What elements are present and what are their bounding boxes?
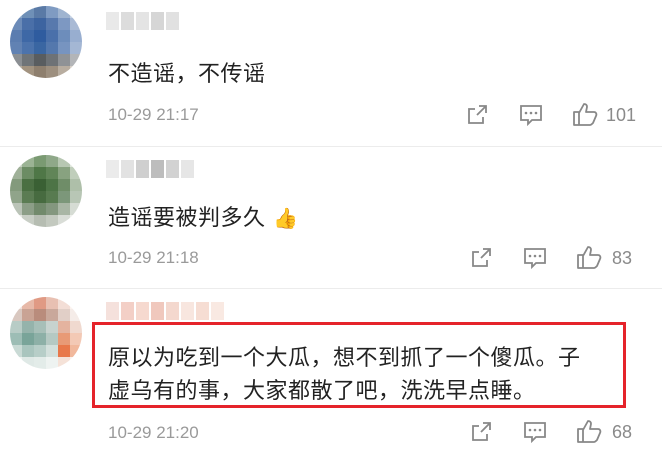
thumbs-up-emoji: 👍 [273,206,299,230]
comment-timestamp: 10-29 21:17 [108,105,199,124]
reply-icon[interactable] [522,246,548,270]
divider [0,146,662,147]
share-icon[interactable] [469,420,493,444]
share-icon[interactable] [465,103,489,127]
reply-icon[interactable] [522,420,548,444]
like-count: 68 [612,422,633,442]
username-blurred[interactable] [106,302,224,322]
comment-text: 不造谣，不传谣 [108,62,266,87]
comment-text-body: 造谣要被判多久 [108,206,266,231]
like-thumb-icon[interactable] [576,418,604,444]
like-count: 83 [612,248,633,268]
like-thumb-icon[interactable] [576,244,604,270]
divider [0,288,662,289]
like-count: 101 [606,105,637,125]
like-thumb-icon[interactable] [572,101,600,127]
share-icon[interactable] [469,246,493,270]
comment-text-line-1: 原以为吃到一个大瓜，想不到抓了一个傻瓜。子 [108,346,581,371]
avatar[interactable] [10,155,82,227]
comment-text: 造谣要被判多久 👍 [108,200,298,232]
username-blurred[interactable] [106,160,194,180]
comment-timestamp: 10-29 21:18 [108,248,199,267]
reply-icon[interactable] [518,103,544,127]
username-blurred[interactable] [106,12,179,32]
avatar[interactable] [10,297,82,369]
avatar[interactable] [10,6,82,78]
comment-text-line-2: 虚乌有的事，大家都散了吧，洗洗早点睡。 [108,379,536,404]
comment-timestamp: 10-29 21:20 [108,423,199,442]
